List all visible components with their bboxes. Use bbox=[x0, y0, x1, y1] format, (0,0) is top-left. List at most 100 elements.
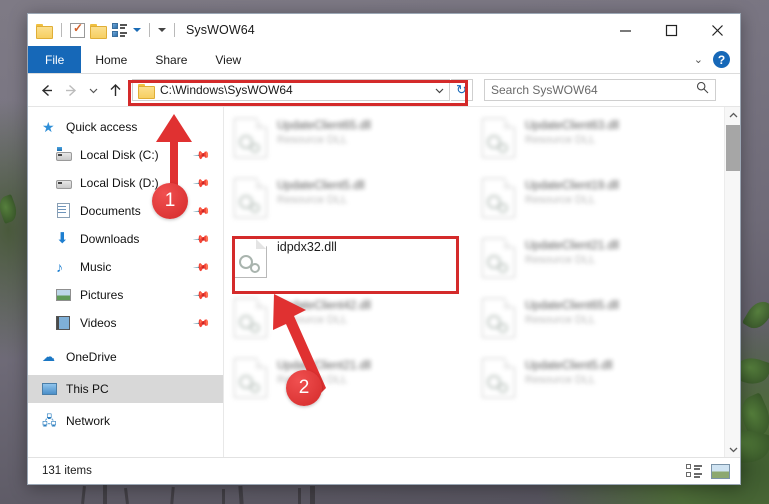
file-name: UpdateClient65.dll bbox=[277, 120, 371, 132]
quick-access-toolbar[interactable] bbox=[36, 21, 178, 39]
sidebar-item-this-pc[interactable]: This PC bbox=[28, 375, 223, 403]
new-folder-icon[interactable] bbox=[90, 23, 107, 39]
disk-system-icon bbox=[56, 147, 72, 163]
tab-share[interactable]: Share bbox=[141, 46, 201, 73]
file-text-block: UpdateClient63.dll Resource DLL bbox=[525, 118, 619, 146]
scroll-up-icon[interactable] bbox=[725, 107, 740, 123]
dll-file-icon bbox=[482, 298, 515, 338]
file-item-selected[interactable]: idpdx32.dll bbox=[228, 233, 476, 293]
sidebar-item-network[interactable]: 🖧 Network bbox=[28, 407, 223, 435]
dll-file-icon bbox=[234, 238, 267, 278]
pin-icon[interactable]: 📌 bbox=[193, 314, 212, 332]
file-name: idpdx32.dll bbox=[277, 240, 337, 254]
help-icon[interactable]: ? bbox=[713, 51, 730, 68]
file-item[interactable]: UpdateClient5.dll Resource DLL bbox=[228, 173, 476, 233]
vertical-scrollbar[interactable] bbox=[724, 107, 740, 457]
sidebar-item-label: Videos bbox=[80, 316, 117, 330]
window-controls bbox=[602, 14, 740, 46]
chevron-down-icon[interactable]: ⌄ bbox=[694, 53, 703, 66]
folder-icon bbox=[138, 83, 155, 99]
file-text-block: UpdateClient21.dll Resource DLL bbox=[525, 238, 619, 266]
large-icons-view-icon[interactable] bbox=[711, 463, 730, 479]
scrollbar-thumb[interactable] bbox=[726, 125, 740, 171]
properties-check-icon[interactable] bbox=[70, 21, 85, 38]
sidebar-item-onedrive[interactable]: ☁ OneDrive bbox=[28, 343, 223, 371]
dll-file-icon bbox=[234, 118, 267, 158]
file-item[interactable]: UpdateClient21.dllResource DLL bbox=[476, 233, 724, 293]
forward-arrow-icon[interactable] bbox=[59, 78, 83, 102]
dll-file-icon bbox=[482, 118, 515, 158]
toolbar-divider bbox=[61, 23, 62, 37]
window-body: ★ Quick access Local Disk (C:) 📌 Local D… bbox=[28, 106, 740, 457]
search-icon bbox=[696, 81, 709, 99]
customize-dropdown-icon[interactable] bbox=[158, 28, 166, 32]
search-placeholder: Search SysWOW64 bbox=[491, 83, 598, 97]
music-icon: ♪ bbox=[56, 259, 63, 275]
pictures-icon bbox=[56, 287, 72, 303]
file-item[interactable]: UpdateClient65.dll Resource DLL bbox=[476, 293, 724, 353]
file-name: UpdateClient5.dll bbox=[525, 360, 613, 372]
details-view-icon[interactable] bbox=[686, 464, 703, 478]
dll-file-icon bbox=[234, 298, 267, 338]
sidebar-item-label: Network bbox=[66, 414, 111, 428]
file-subtitle: Resource DLL bbox=[277, 194, 348, 206]
back-arrow-icon[interactable] bbox=[34, 78, 58, 102]
sidebar-item-downloads[interactable]: ⬇ Downloads 📌 bbox=[28, 225, 223, 253]
dll-file-icon bbox=[482, 178, 515, 218]
pin-icon[interactable]: 📌 bbox=[193, 258, 212, 276]
sidebar-item-label: Quick access bbox=[66, 120, 138, 134]
computer-icon bbox=[42, 381, 58, 397]
dll-file-icon bbox=[234, 358, 267, 398]
network-icon: 🖧 bbox=[42, 413, 57, 428]
address-bar[interactable]: C:\Windows\SysWOW64 bbox=[132, 79, 450, 101]
address-bar-row: C:\Windows\SysWOW64 ↻ Search SysWOW64 bbox=[28, 74, 740, 106]
toolbar-divider bbox=[149, 23, 150, 37]
cloud-icon: ☁ bbox=[42, 349, 55, 364]
ribbon-tabs: File Home Share View ⌄ ? bbox=[28, 46, 740, 74]
file-item[interactable]: UpdateClient65.dll Resource DLL bbox=[228, 113, 476, 173]
refresh-icon[interactable]: ↻ bbox=[451, 79, 473, 101]
videos-icon bbox=[56, 315, 72, 331]
minimize-icon[interactable] bbox=[602, 14, 648, 46]
file-name: UpdateClient63.dll bbox=[525, 120, 619, 132]
file-item[interactable]: UpdateClient21.dllResource DLL bbox=[228, 353, 476, 413]
toolbar-divider bbox=[174, 23, 175, 37]
download-icon: ⬇ bbox=[56, 230, 69, 247]
search-input[interactable]: Search SysWOW64 bbox=[484, 79, 716, 101]
document-icon bbox=[56, 203, 72, 219]
window-title: SysWOW64 bbox=[186, 23, 255, 37]
disk-icon bbox=[56, 175, 72, 191]
file-subtitle: Resource DLL bbox=[525, 254, 596, 266]
sidebar-item-label: This PC bbox=[66, 382, 109, 396]
file-subtitle: Resource DLL bbox=[525, 374, 596, 386]
sidebar-item-pictures[interactable]: Pictures 📌 bbox=[28, 281, 223, 309]
properties-list-icon[interactable] bbox=[112, 23, 128, 37]
recent-locations-chevron-icon[interactable] bbox=[84, 78, 102, 102]
tab-home[interactable]: Home bbox=[81, 46, 141, 73]
file-item[interactable]: UpdateClient5.dll Resource DLL bbox=[476, 353, 724, 413]
sidebar-item-videos[interactable]: Videos 📌 bbox=[28, 309, 223, 337]
pin-icon[interactable]: 📌 bbox=[193, 230, 212, 248]
address-dropdown-icon[interactable] bbox=[429, 85, 449, 96]
tab-file[interactable]: File bbox=[28, 46, 82, 73]
file-item[interactable]: UpdateClient19.dll Resource DLL bbox=[476, 173, 724, 233]
dll-file-icon bbox=[482, 238, 515, 278]
close-icon[interactable] bbox=[694, 14, 740, 46]
dll-file-icon bbox=[234, 178, 267, 218]
callout-badge-1: 1 bbox=[152, 183, 188, 219]
sidebar-item-music[interactable]: ♪ Music 📌 bbox=[28, 253, 223, 281]
pin-icon[interactable]: 📌 bbox=[193, 286, 212, 304]
file-text-block: UpdateClient19.dll Resource DLL bbox=[525, 178, 619, 206]
maximize-icon[interactable] bbox=[648, 14, 694, 46]
file-item[interactable]: UpdateClient42.dll Resource DLL bbox=[228, 293, 476, 353]
file-item[interactable]: UpdateClient63.dll Resource DLL bbox=[476, 113, 724, 173]
scroll-down-icon[interactable] bbox=[725, 441, 740, 457]
dll-file-icon bbox=[482, 358, 515, 398]
chevron-down-icon[interactable] bbox=[133, 28, 141, 32]
file-name: UpdateClient5.dll bbox=[277, 180, 365, 192]
tab-view[interactable]: View bbox=[201, 46, 255, 73]
up-arrow-icon[interactable] bbox=[103, 78, 127, 102]
star-icon: ★ bbox=[42, 119, 55, 135]
file-text-block: UpdateClient65.dll Resource DLL bbox=[277, 118, 371, 146]
sidebar-item-label: Downloads bbox=[80, 232, 140, 246]
